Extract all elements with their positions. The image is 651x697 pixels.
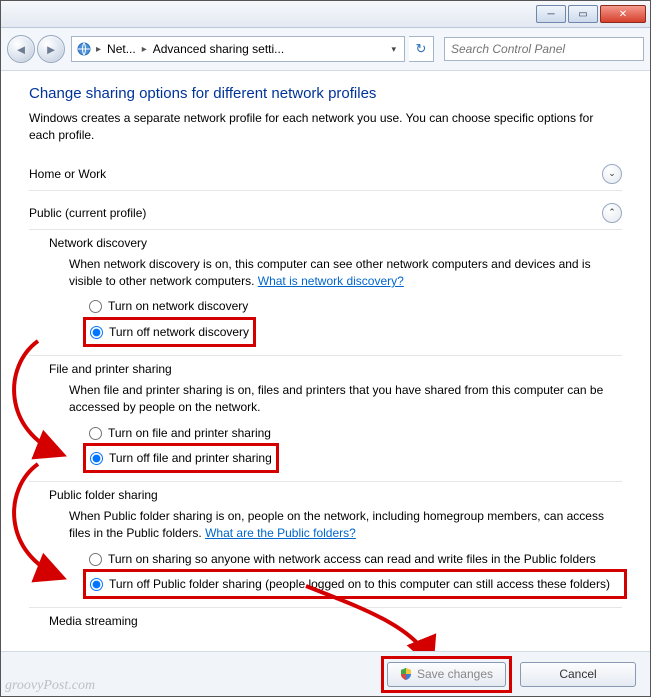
control-panel-window: ─ ▭ ✕ ◄ ► ▸ Net... ▸ Advanced sharing se… — [0, 0, 651, 697]
radio-input[interactable] — [89, 553, 102, 566]
button-label: Save changes — [417, 667, 493, 681]
radio-label: Turn on network discovery — [108, 298, 248, 314]
section-title: Public folder sharing — [49, 488, 622, 502]
page-title: Change sharing options for different net… — [29, 85, 622, 102]
radio-label: Turn on file and printer sharing — [108, 425, 271, 441]
radio-label: Turn off Public folder sharing (people l… — [109, 576, 610, 592]
radio-pubfolder-on[interactable]: Turn on sharing so anyone with network a… — [89, 549, 622, 569]
forward-button[interactable]: ► — [37, 35, 65, 63]
section-desc: When file and printer sharing is on, fil… — [69, 382, 622, 417]
search-input[interactable] — [444, 37, 644, 61]
section-desc: When network discovery is on, this compu… — [69, 256, 622, 291]
radio-discovery-off[interactable]: Turn off network discovery — [90, 322, 249, 342]
profile-home-label: Home or Work — [29, 167, 106, 181]
radio-label: Turn on sharing so anyone with network a… — [108, 551, 596, 567]
chevron-down-icon[interactable]: ⌄ — [602, 164, 622, 184]
section-media-streaming: Media streaming — [49, 614, 622, 628]
radio-discovery-on[interactable]: Turn on network discovery — [89, 296, 622, 316]
breadcrumb-sep: ▸ — [142, 44, 147, 55]
bottom-button-bar: Save changes Cancel — [1, 651, 650, 696]
content-pane: Change sharing options for different net… — [1, 71, 650, 651]
breadcrumb-seg1[interactable]: Net... — [105, 42, 138, 56]
radio-input[interactable] — [90, 578, 103, 591]
breadcrumb-seg2[interactable]: Advanced sharing setti... — [151, 42, 286, 56]
radio-label: Turn off file and printer sharing — [109, 450, 272, 466]
button-label: Cancel — [559, 667, 596, 681]
nav-arrows: ◄ ► — [7, 35, 67, 63]
divider — [29, 481, 622, 482]
section-file-printer: File and printer sharing When file and p… — [49, 362, 622, 473]
divider — [29, 607, 622, 608]
uac-shield-icon — [400, 668, 412, 680]
profile-home-header[interactable]: Home or Work ⌄ — [29, 158, 622, 191]
chevron-up-icon[interactable]: ⌃ — [602, 203, 622, 223]
profile-public-header[interactable]: Public (current profile) ⌃ — [29, 197, 622, 230]
watermark: groovyPost.com — [5, 678, 95, 694]
back-button[interactable]: ◄ — [7, 35, 35, 63]
cancel-button[interactable]: Cancel — [520, 662, 636, 687]
breadcrumb-sep: ▸ — [96, 44, 101, 55]
window-titlebar: ─ ▭ ✕ — [1, 1, 650, 28]
section-desc: When Public folder sharing is on, people… — [69, 508, 622, 543]
address-bar[interactable]: ▸ Net... ▸ Advanced sharing setti... ▾ — [71, 36, 405, 62]
close-button[interactable]: ✕ — [600, 5, 646, 23]
network-discovery-help-link[interactable]: What is network discovery? — [258, 274, 404, 288]
divider — [29, 355, 622, 356]
annotation-highlight: Turn off file and printer sharing — [83, 443, 279, 473]
section-title: Media streaming — [49, 614, 622, 628]
annotation-highlight: Turn off Public folder sharing (people l… — [83, 569, 627, 599]
radio-pubfolder-off[interactable]: Turn off Public folder sharing (people l… — [90, 574, 610, 594]
maximize-button[interactable]: ▭ — [568, 5, 598, 23]
radio-label: Turn off network discovery — [109, 324, 249, 340]
refresh-button[interactable]: ↻ — [409, 36, 434, 62]
radio-input[interactable] — [90, 326, 103, 339]
section-public-folder: Public folder sharing When Public folder… — [49, 488, 622, 599]
annotation-highlight: Turn off network discovery — [83, 317, 256, 347]
profile-public-label: Public (current profile) — [29, 206, 146, 220]
radio-fileprint-on[interactable]: Turn on file and printer sharing — [89, 423, 622, 443]
radio-fileprint-off[interactable]: Turn off file and printer sharing — [90, 448, 272, 468]
public-folders-help-link[interactable]: What are the Public folders? — [205, 526, 356, 540]
radio-input[interactable] — [89, 427, 102, 440]
radio-input[interactable] — [89, 300, 102, 313]
section-title: Network discovery — [49, 236, 622, 250]
annotation-highlight: Save changes — [381, 656, 512, 693]
minimize-button[interactable]: ─ — [536, 5, 566, 23]
save-changes-button[interactable]: Save changes — [387, 662, 506, 687]
explorer-navbar: ◄ ► ▸ Net... ▸ Advanced sharing setti...… — [1, 28, 650, 71]
address-dropdown-icon[interactable]: ▾ — [387, 44, 400, 55]
page-description: Windows creates a separate network profi… — [29, 110, 622, 144]
section-network-discovery: Network discovery When network discovery… — [49, 236, 622, 347]
radio-input[interactable] — [90, 452, 103, 465]
section-title: File and printer sharing — [49, 362, 622, 376]
network-icon — [76, 41, 92, 57]
